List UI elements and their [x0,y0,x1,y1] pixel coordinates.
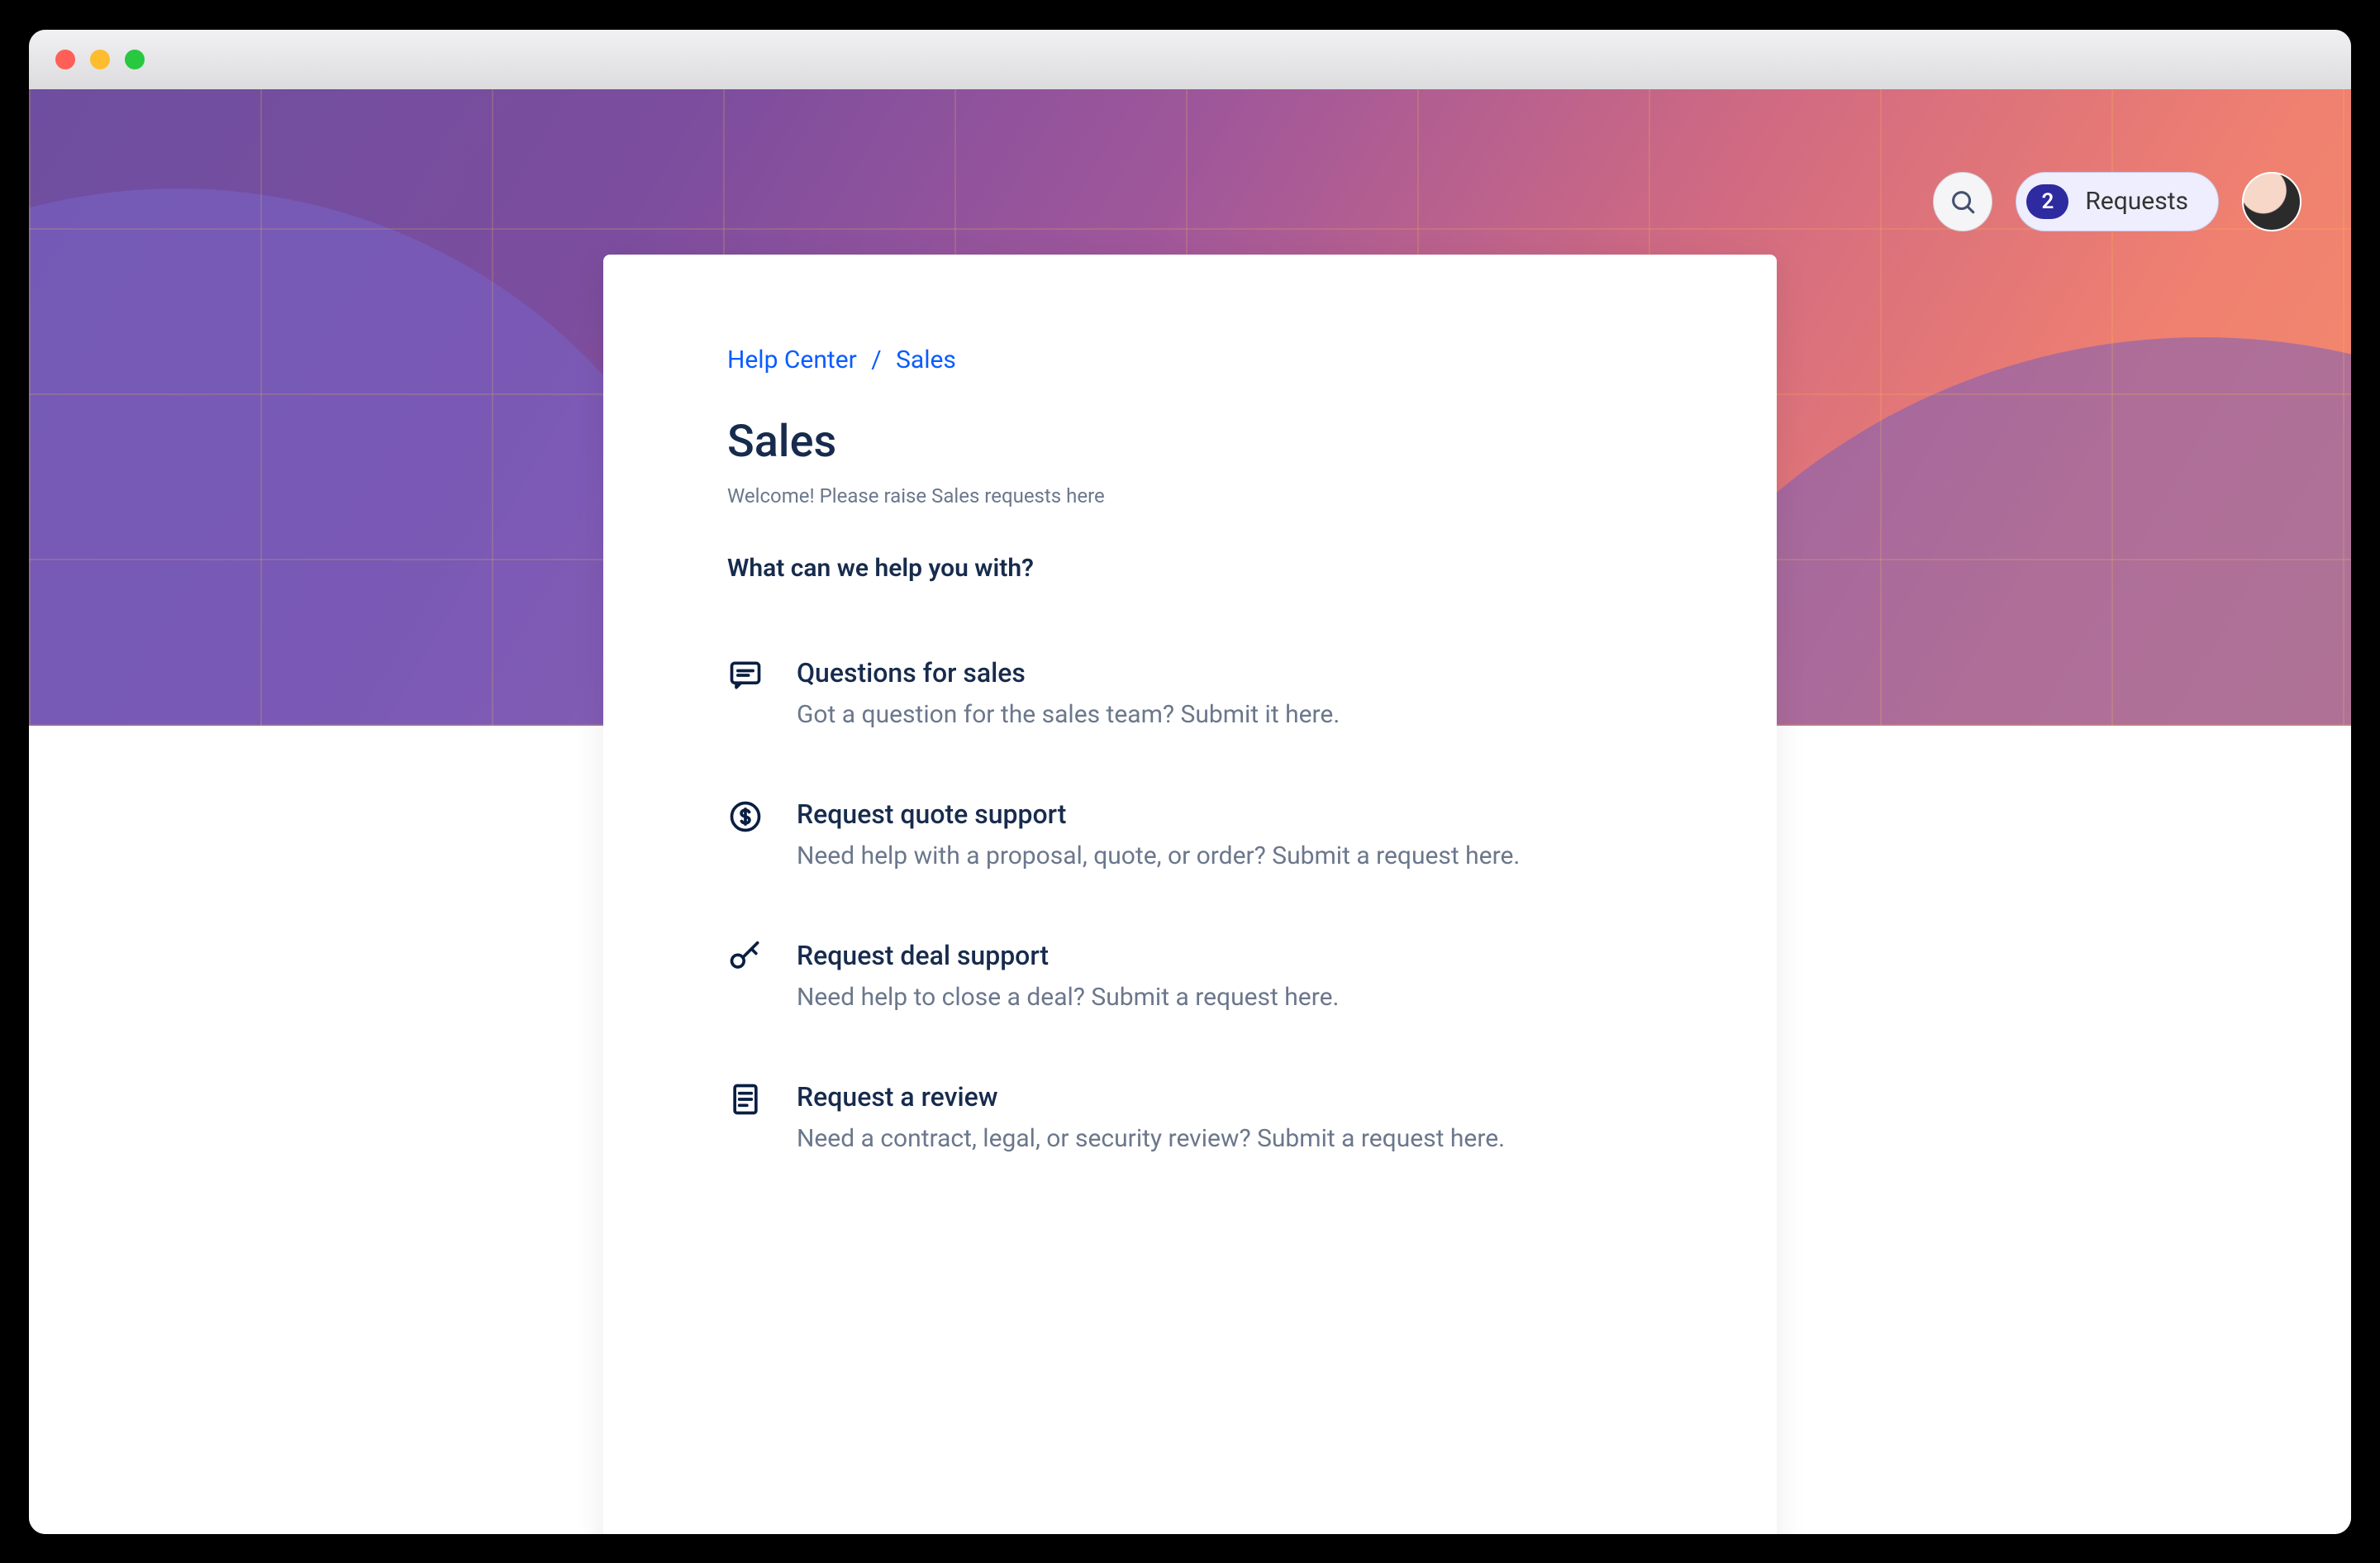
window-titlebar [29,30,2351,89]
request-type-texts: Request deal support Need help to close … [797,940,1339,1012]
portal-header-actions: 2 Requests [1933,172,2301,231]
request-type-desc: Need a contract, legal, or security revi… [797,1124,1505,1153]
request-type-item[interactable]: Request deal support Need help to close … [727,940,1653,1012]
search-icon [1949,188,1977,216]
request-type-list: Questions for sales Got a question for t… [727,657,1653,1153]
request-type-item[interactable]: Request quote support Need help with a p… [727,798,1653,870]
chat-icon [727,657,764,693]
page-welcome-text: Welcome! Please raise Sales requests her… [727,484,1653,507]
request-type-title: Request deal support [797,940,1339,971]
profile-avatar[interactable] [2242,172,2301,231]
document-icon [727,1081,764,1117]
breadcrumb-separator: / [871,345,881,374]
request-type-item[interactable]: Request a review Need a contract, legal,… [727,1081,1653,1153]
app-window: 2 Requests Help Center / Sales Sales Wel… [29,30,2351,1534]
request-type-texts: Request a review Need a contract, legal,… [797,1081,1505,1153]
page-title: Sales [727,416,1653,468]
request-type-item[interactable]: Questions for sales Got a question for t… [727,657,1653,729]
window-minimize-button[interactable] [90,50,110,69]
request-type-desc: Need help to close a deal? Submit a requ… [797,983,1339,1012]
request-type-title: Request quote support [797,798,1520,830]
dollar-icon [727,798,764,835]
window-zoom-button[interactable] [125,50,145,69]
requests-count-badge: 2 [2026,184,2068,219]
breadcrumb: Help Center / Sales [727,345,1653,374]
request-type-title: Questions for sales [797,657,1340,689]
breadcrumb-root-link[interactable]: Help Center [727,345,857,374]
request-type-title: Request a review [797,1081,1505,1113]
requests-button[interactable]: 2 Requests [2016,172,2219,231]
window-close-button[interactable] [55,50,75,69]
page-help-prompt: What can we help you with? [727,554,1653,583]
request-type-texts: Questions for sales Got a question for t… [797,657,1340,729]
content-area: 2 Requests Help Center / Sales Sales Wel… [29,89,2351,1534]
requests-label: Requests [2085,187,2188,216]
request-type-desc: Got a question for the sales team? Submi… [797,700,1340,729]
key-icon [727,940,764,976]
request-type-desc: Need help with a proposal, quote, or ord… [797,841,1520,870]
breadcrumb-current-link[interactable]: Sales [896,345,956,374]
portal-card: Help Center / Sales Sales Welcome! Pleas… [603,255,1777,1534]
request-type-texts: Request quote support Need help with a p… [797,798,1520,870]
search-button[interactable] [1933,172,1992,231]
